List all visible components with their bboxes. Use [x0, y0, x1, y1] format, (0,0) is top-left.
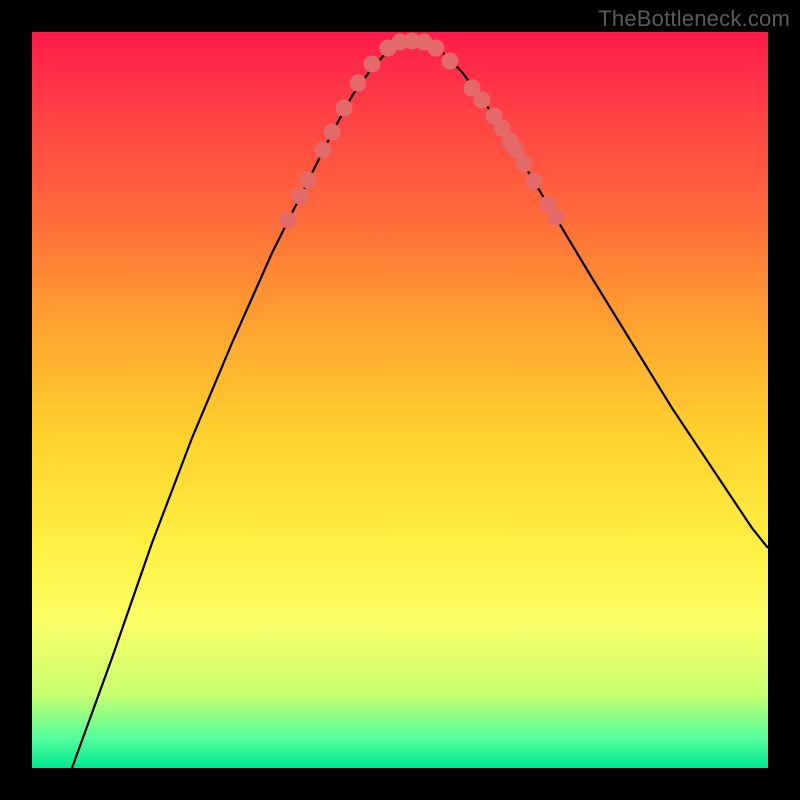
chart-frame: TheBottleneck.com [0, 0, 800, 800]
data-marker [428, 40, 445, 57]
bottleneck-chart [32, 32, 768, 768]
data-marker [324, 124, 341, 141]
data-markers [280, 33, 565, 229]
bottleneck-curve [72, 43, 768, 768]
data-marker [364, 56, 381, 73]
watermark-text: TheBottleneck.com [598, 6, 790, 32]
data-marker [474, 92, 491, 109]
data-marker [280, 212, 297, 229]
chart-plot-area [32, 32, 768, 768]
data-marker [350, 75, 367, 92]
data-marker [315, 142, 332, 159]
data-marker [516, 156, 533, 173]
data-marker [300, 172, 317, 189]
data-marker [292, 188, 309, 205]
data-marker [442, 53, 459, 70]
data-marker [526, 173, 543, 190]
data-marker [548, 209, 565, 226]
data-marker [336, 100, 353, 117]
